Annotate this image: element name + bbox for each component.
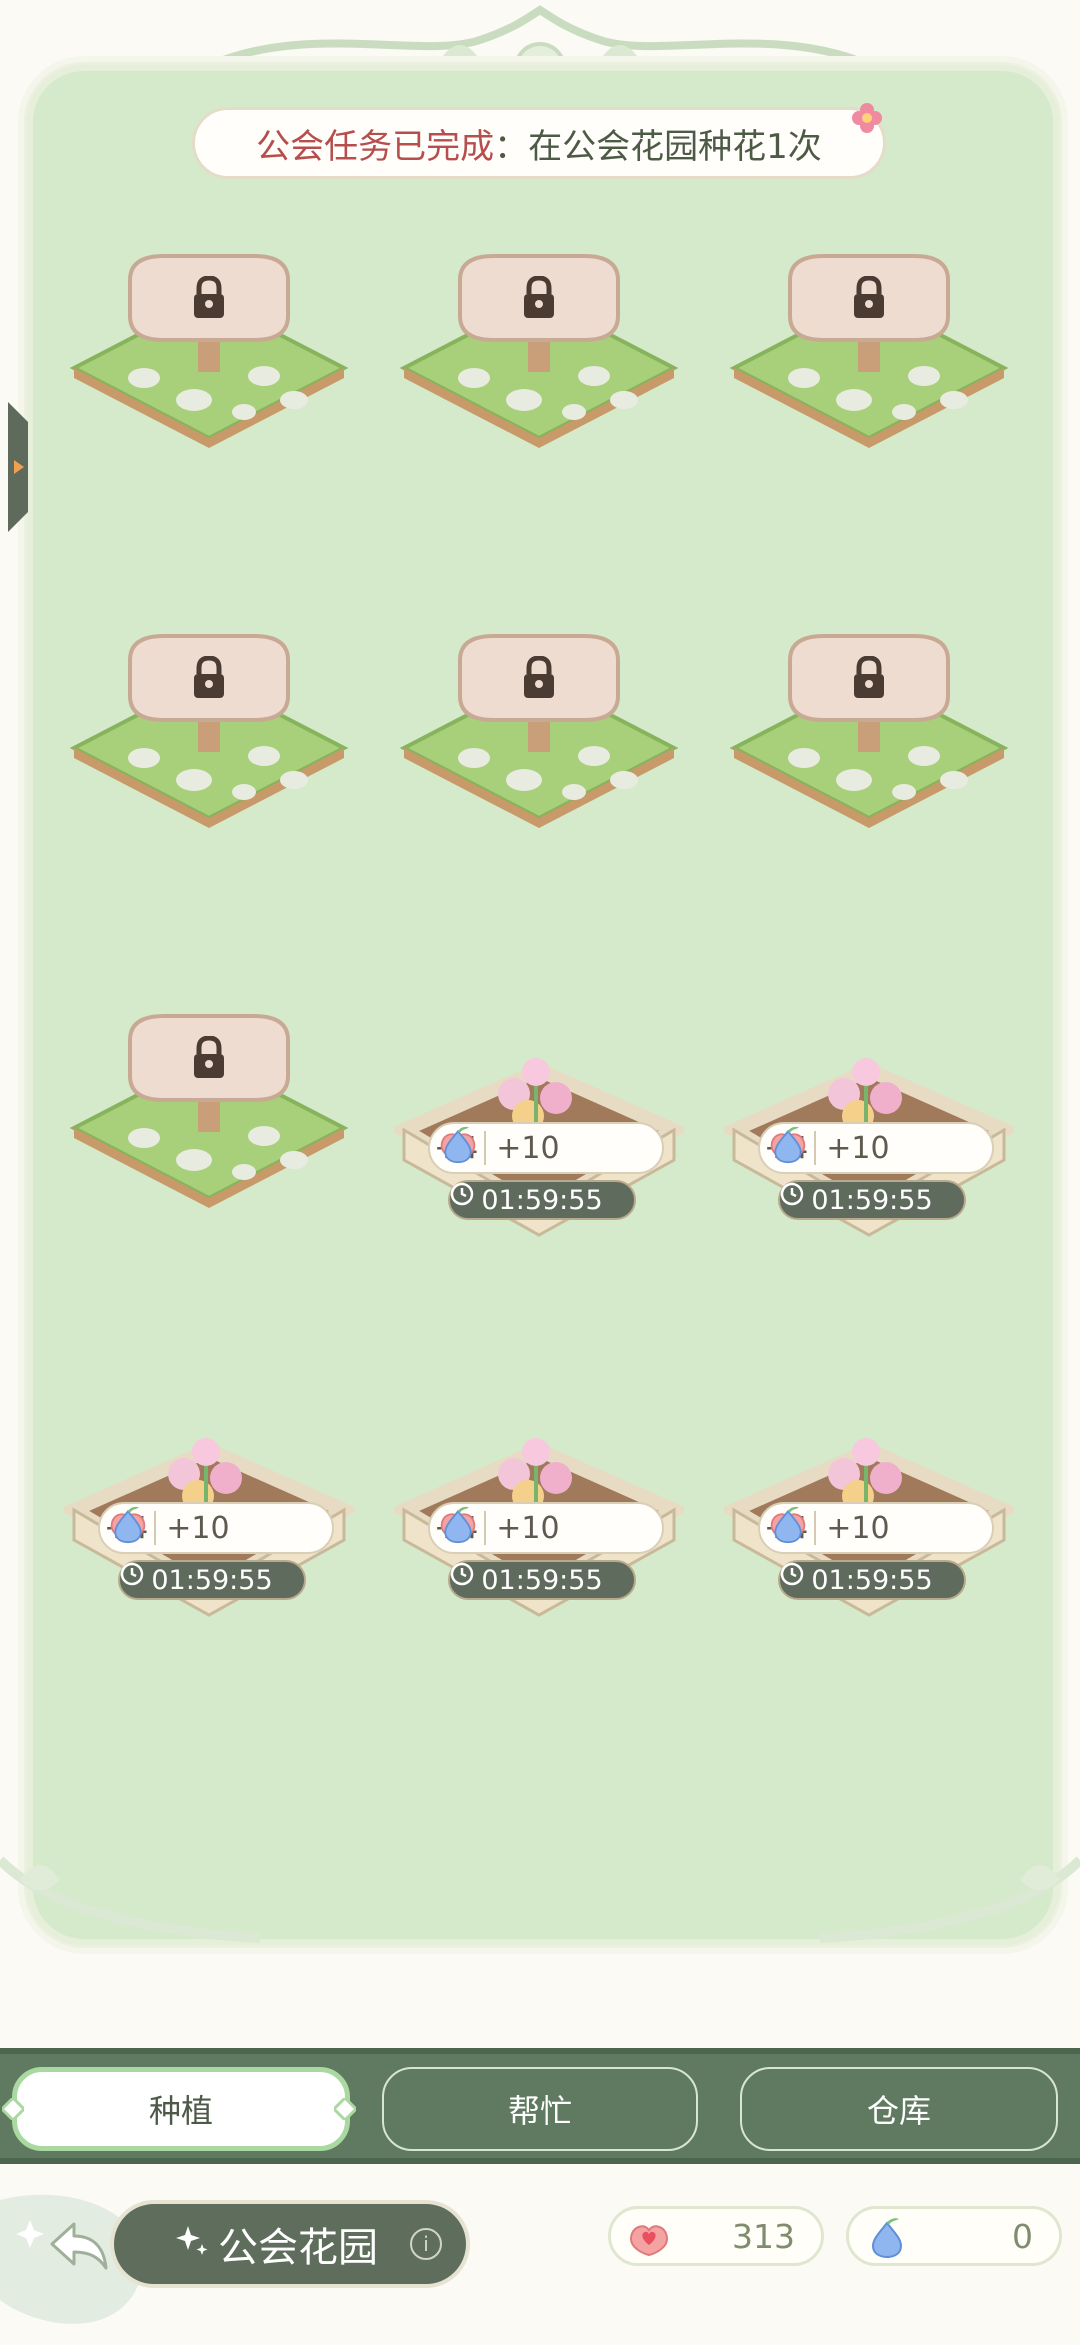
water-reward: +10 [496,1130,560,1166]
clock-icon [120,1562,144,1586]
side-expand-tab[interactable] [8,402,38,532]
growth-timer: 01:59:55 [778,1560,966,1600]
planted-plot[interactable]: +4 +10 01:59:55 [724,1390,1014,1620]
water-reward: +10 [496,1510,560,1546]
timer-text: 01:59:55 [481,1564,603,1596]
growth-timer: 01:59:55 [448,1180,636,1220]
task-description: 在公会花园种花1次 [528,126,822,167]
heart-resource: 313 [608,2206,824,2266]
divider [484,1511,487,1545]
locked-plot[interactable] [64,250,354,480]
heart-count: 313 [732,2216,795,2256]
back-arrow-icon[interactable] [44,2210,114,2280]
reward-bar: +4 +10 [98,1502,334,1554]
clock-icon [780,1182,804,1206]
flower-icon [852,103,882,133]
lock-icon [194,276,224,318]
tab-help-label: 帮忙 [507,2092,572,2130]
lock-icon [854,276,884,318]
locked-plot[interactable] [394,250,684,480]
sparkle-icon [176,2226,208,2255]
lock-icon [524,276,554,318]
divider [154,1511,157,1545]
timer-text: 01:59:55 [811,1184,933,1216]
water-drop-icon [871,2218,903,2259]
water-drop-icon [444,1126,472,1164]
reward-bar: +4 +10 [428,1502,664,1554]
locked-plot[interactable] [724,250,1014,480]
locked-plot[interactable] [394,630,684,860]
water-resource: 0 [846,2206,1062,2266]
clock-icon [450,1562,474,1586]
lock-icon [194,1036,224,1078]
lock-icon [854,656,884,698]
planted-plot[interactable]: +4 +10 01:59:55 [394,1010,684,1240]
tab-warehouse[interactable]: 仓库 [740,2067,1058,2151]
timer-text: 01:59:55 [151,1564,273,1596]
task-complete-banner: 公会任务已完成 ： 在公会花园种花1次 [192,103,886,179]
timer-text: 01:59:55 [481,1184,603,1216]
page-title: 公会花园 [218,2225,378,2271]
clock-icon [450,1182,474,1206]
growth-timer: 01:59:55 [118,1560,306,1600]
divider [814,1131,817,1165]
water-reward: +10 [166,1510,230,1546]
bottom-bar: 公会花园 i 313 0 [0,2180,1080,2345]
tab-bar: 种植 帮忙 仓库 [0,2048,1080,2164]
water-reward: +10 [826,1510,890,1546]
lock-icon [194,656,224,698]
info-icon[interactable]: i [410,2228,442,2260]
tab-help[interactable]: 帮忙 [382,2067,698,2151]
tab-warehouse-label: 仓库 [866,2092,931,2130]
task-status: 公会任务已完成 [256,126,495,167]
locked-plot[interactable] [724,630,1014,860]
water-drop-icon [114,1506,142,1544]
tab-plant-label: 种植 [148,2092,213,2130]
timer-text: 01:59:55 [811,1564,933,1596]
reward-bar: +4 +10 [758,1502,994,1554]
planted-plot[interactable]: +4 +10 01:59:55 [64,1390,354,1620]
divider [814,1511,817,1545]
locked-plot[interactable] [64,1010,354,1240]
growth-timer: 01:59:55 [778,1180,966,1220]
tab-plant[interactable]: 种植 [12,2067,350,2151]
garden-frame-ornament-right [819,1856,1080,1943]
planted-plot[interactable]: +4 +10 01:59:55 [724,1010,1014,1240]
divider [484,1131,487,1165]
reward-bar: +4 +10 [758,1122,994,1174]
tab-ornament-icon [334,2098,356,2120]
clock-icon [780,1562,804,1586]
water-reward: +10 [826,1130,890,1166]
water-drop-icon [774,1506,802,1544]
planted-plot[interactable]: +4 +10 01:59:55 [394,1390,684,1620]
locked-plot[interactable] [64,630,354,860]
water-drop-icon [774,1126,802,1164]
lock-icon [524,656,554,698]
water-drop-icon [444,1506,472,1544]
water-count: 0 [1012,2216,1033,2256]
growth-timer: 01:59:55 [448,1560,636,1600]
tab-ornament-icon [2,2098,24,2120]
reward-bar: +4 +10 [428,1122,664,1174]
heart-flower-icon [629,2225,669,2257]
task-separator: ： [494,126,529,167]
info-label: i [423,2232,429,2256]
garden-frame-ornament-left [0,1856,261,1943]
